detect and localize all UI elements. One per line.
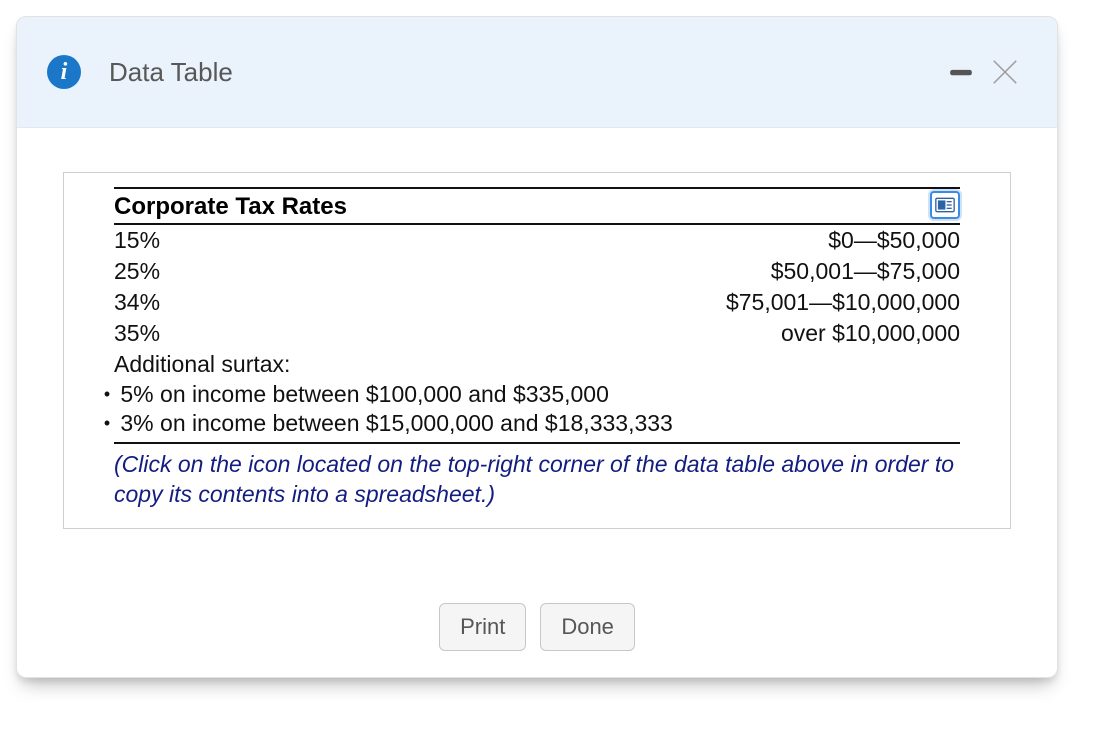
print-button[interactable]: Print bbox=[439, 603, 526, 651]
rate-bracket: $75,001—$10,000,000 bbox=[234, 289, 960, 316]
copy-to-spreadsheet-icon[interactable] bbox=[930, 191, 960, 219]
rate-value: 15% bbox=[114, 227, 234, 254]
rate-bracket: $50,001—$75,000 bbox=[234, 258, 960, 285]
table-row: 25% $50,001—$75,000 bbox=[114, 256, 960, 287]
dialog-card: i Data Table Corporate Tax Rates bbox=[16, 16, 1058, 678]
dialog-footer: Print Done bbox=[17, 603, 1057, 651]
surtax-text: 3% on income between $15,000,000 and $18… bbox=[120, 410, 672, 436]
dialog-header: i Data Table bbox=[17, 17, 1057, 128]
done-button[interactable]: Done bbox=[540, 603, 635, 651]
surtax-label: Additional surtax: bbox=[114, 349, 960, 380]
rate-value: 35% bbox=[114, 320, 234, 347]
rate-value: 34% bbox=[114, 289, 234, 316]
dialog-body: Corporate Tax Rates 15% $0—$50,000 bbox=[17, 128, 1057, 529]
close-icon[interactable] bbox=[983, 50, 1027, 94]
data-table: Corporate Tax Rates 15% $0—$50,000 bbox=[114, 187, 960, 444]
surtax-text: 5% on income between $100,000 and $335,0… bbox=[120, 381, 609, 407]
data-table-panel: Corporate Tax Rates 15% $0—$50,000 bbox=[63, 172, 1011, 529]
table-row: 34% $75,001—$10,000,000 bbox=[114, 287, 960, 318]
table-row: 35% over $10,000,000 bbox=[114, 318, 960, 349]
table-title: Corporate Tax Rates bbox=[114, 193, 930, 221]
help-note: (Click on the icon located on the top-ri… bbox=[114, 450, 960, 510]
minimize-icon[interactable] bbox=[939, 50, 983, 94]
rate-bracket: over $10,000,000 bbox=[234, 320, 960, 347]
surtax-line: • 3% on income between $15,000,000 and $… bbox=[100, 409, 960, 438]
surtax-line: • 5% on income between $100,000 and $335… bbox=[100, 380, 960, 409]
rate-value: 25% bbox=[114, 258, 234, 285]
dialog-title: Data Table bbox=[109, 57, 233, 88]
info-icon: i bbox=[47, 55, 81, 89]
table-row: 15% $0—$50,000 bbox=[114, 225, 960, 256]
rate-bracket: $0—$50,000 bbox=[234, 227, 960, 254]
